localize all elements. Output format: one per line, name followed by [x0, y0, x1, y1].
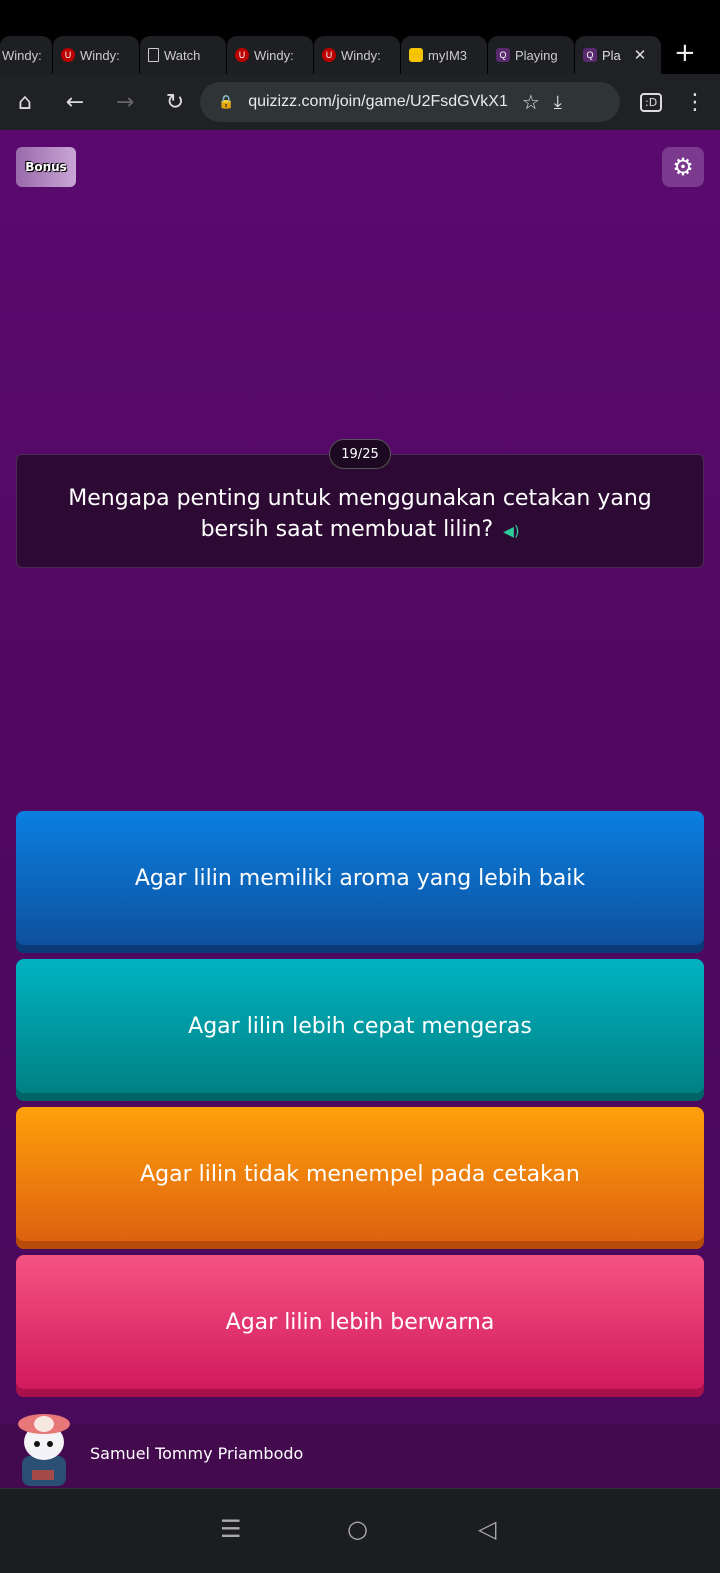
bookmark-star-icon[interactable]: ☆ [522, 90, 540, 115]
question-text: Mengapa penting untuk menggunakan cetaka… [68, 486, 652, 542]
home-nav-icon[interactable]: ○ [347, 1515, 368, 1543]
question-counter: 19/25 [329, 439, 391, 469]
speaker-icon[interactable]: ◀) [503, 524, 519, 540]
document-icon [148, 48, 159, 62]
answer-option-3[interactable]: Agar lilin tidak menempel pada cetakan [16, 1107, 704, 1249]
bonus-button[interactable]: Bonus [16, 147, 76, 187]
system-navigation-bar: ☰ ○ ◁ [0, 1488, 720, 1573]
player-name: Samuel Tommy Priambodo [90, 1444, 304, 1463]
browser-tab[interactable]: U Windy: [314, 36, 400, 74]
myim3-icon [409, 48, 423, 62]
reload-icon[interactable]: ↻ [150, 90, 200, 115]
browser-tab[interactable]: Windy: [0, 36, 52, 74]
back-nav-icon[interactable]: ◁ [478, 1515, 496, 1543]
menu-icon[interactable]: ⋮ [684, 90, 706, 115]
answer-option-1[interactable]: Agar lilin memiliki aroma yang lebih bai… [16, 811, 704, 953]
settings-button[interactable]: ⚙ [662, 147, 704, 187]
browser-tab-active[interactable]: Q Pla ✕ [575, 36, 661, 74]
forward-icon[interactable]: → [100, 90, 150, 115]
windy-icon: U [322, 48, 336, 62]
lock-icon: 🔒 [218, 94, 235, 109]
browser-tab[interactable]: U Windy: [227, 36, 313, 74]
url-text: quizizz.com/join/game/U2FsdGVkX1 [248, 93, 508, 110]
windy-icon: U [235, 48, 249, 62]
toolbar: ⌂ ← → ↻ 🔒 quizizz.com/join/game/U2FsdGVk… [0, 74, 720, 130]
answer-option-2[interactable]: Agar lilin lebih cepat mengeras [16, 959, 704, 1101]
address-bar[interactable]: 🔒 quizizz.com/join/game/U2FsdGVkX1 ☆ ⤓ [200, 82, 620, 122]
gear-icon: ⚙ [672, 153, 694, 181]
download-icon[interactable]: ⤓ [554, 92, 562, 113]
recent-apps-icon[interactable]: ☰ [220, 1515, 242, 1543]
browser-tab[interactable]: myIM3 [401, 36, 487, 74]
quizizz-icon: Q [496, 48, 510, 62]
new-tab-button[interactable]: + [674, 38, 696, 68]
quizizz-icon: Q [583, 48, 597, 62]
question-box: Mengapa penting untuk menggunakan cetaka… [16, 454, 704, 568]
windy-icon: U [61, 48, 75, 62]
avatar [18, 1414, 70, 1486]
browser-tab[interactable]: Q Playing [488, 36, 574, 74]
close-tab-icon[interactable]: ✕ [634, 46, 647, 64]
back-icon[interactable]: ← [50, 90, 100, 115]
home-icon[interactable]: ⌂ [0, 90, 50, 115]
answer-option-4[interactable]: Agar lilin lebih berwarna [16, 1255, 704, 1397]
browser-tab[interactable]: U Windy: [53, 36, 139, 74]
tab-switcher-icon[interactable]: :D [640, 92, 663, 112]
tab-strip: Windy: U Windy: Watch U Windy: U Windy: myI… [0, 30, 720, 74]
browser-tab[interactable]: Watch [140, 36, 226, 74]
